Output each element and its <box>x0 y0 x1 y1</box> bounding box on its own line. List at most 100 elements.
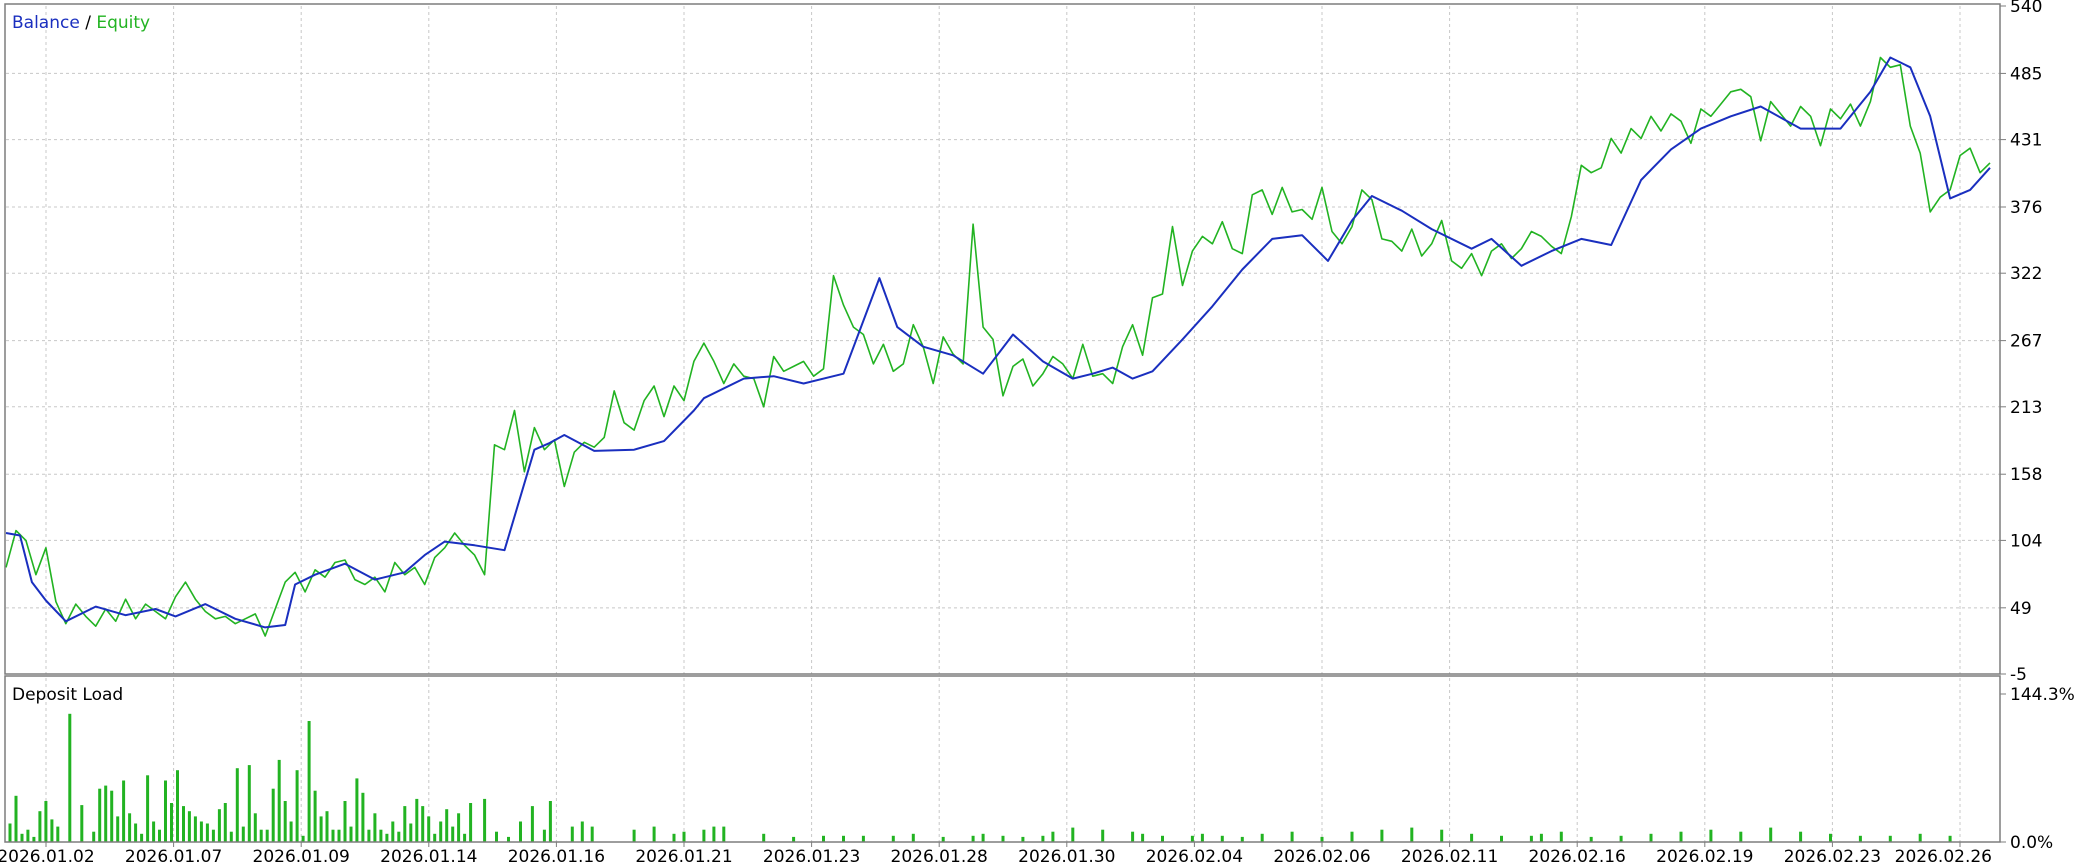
x-tick-label: 2026.01.14 <box>380 847 477 866</box>
deposit-load-bar <box>8 823 12 842</box>
deposit-load-bar <box>1021 836 1025 842</box>
deposit-load-bar <box>1001 835 1005 842</box>
deposit-load-bar <box>104 785 108 842</box>
deposit-load-bar <box>229 831 233 842</box>
x-tick-label: 2026.01.21 <box>635 847 732 866</box>
legend-equity: Equity <box>96 13 150 33</box>
y-tick-label: 104 <box>2010 531 2042 551</box>
y-tick-label: 376 <box>2010 198 2042 218</box>
deposit-load-bar <box>457 813 461 842</box>
deposit-load-bar <box>343 801 347 842</box>
deposit-load-bar <box>1320 836 1324 842</box>
deposit-load-bar <box>319 816 323 842</box>
deposit-load-bar <box>193 816 197 842</box>
deposit-load-bar <box>32 836 36 842</box>
deposit-load-bar <box>1440 829 1444 842</box>
deposit-load-bar <box>1470 833 1474 842</box>
deposit-load-bar <box>301 835 305 842</box>
deposit-load-bar <box>548 801 552 842</box>
x-tick-label: 2026.01.30 <box>1018 847 1115 866</box>
deposit-load-bar <box>397 831 401 842</box>
y-tick-label: 49 <box>2010 599 2032 619</box>
deposit-load-bar <box>128 813 132 842</box>
deposit-load-bar <box>325 811 329 842</box>
deposit-load-bar <box>259 829 263 842</box>
deposit-load-bar <box>1709 829 1713 842</box>
deposit-load-bar <box>1240 836 1244 842</box>
deposit-load-bar <box>495 831 498 842</box>
deposit-load-bar <box>1589 836 1593 842</box>
series-equity-line <box>5 56 1991 637</box>
deposit-load-bar <box>92 831 96 842</box>
deposit-load-bar <box>217 809 221 842</box>
x-tick-label: 2026.01.02 <box>0 847 95 866</box>
deposit-load-y-axis: 144.3% 0.0% <box>2000 685 2075 853</box>
deposit-load-bar <box>722 826 726 842</box>
deposit-load-bar <box>44 801 48 842</box>
deposit-load-title: Deposit Load <box>12 685 123 705</box>
deposit-load-bar <box>331 829 335 842</box>
deposit-load-bar <box>682 831 686 842</box>
main-chart-y-axis: 540 485 431 376 322 267 213 158 104 49 -5 <box>2000 0 2042 685</box>
deposit-load-bar <box>652 826 656 842</box>
deposit-load-bar <box>580 821 584 842</box>
y-tick-label: 213 <box>2010 398 2042 418</box>
deposit-load-bar <box>307 721 311 842</box>
deposit-load-bar <box>1190 835 1194 842</box>
deposit-load-bar <box>1500 835 1503 842</box>
deposit-load-bar <box>427 816 431 842</box>
deposit-load-bar <box>1799 831 1803 842</box>
deposit-load-bar <box>1071 827 1075 842</box>
deposit-load-bar <box>1619 835 1623 842</box>
deposit-y-tick-label: 0.0% <box>2010 833 2053 853</box>
deposit-load-bar <box>1131 831 1135 842</box>
deposit-load-bar <box>1649 833 1653 842</box>
deposit-load-bar <box>241 826 245 842</box>
x-tick-label: 2026.02.23 <box>1784 847 1881 866</box>
deposit-load-bar <box>1380 829 1384 842</box>
deposit-load-bar <box>1829 833 1832 842</box>
deposit-load-bar <box>1679 831 1683 842</box>
deposit-load-bar <box>519 821 522 842</box>
deposit-load-bar <box>98 788 102 842</box>
x-tick-label: 2026.02.06 <box>1273 847 1370 866</box>
deposit-load-bar <box>469 803 473 842</box>
deposit-load-bar <box>507 836 510 842</box>
deposit-load-bar <box>295 770 299 842</box>
deposit-load-bar <box>158 829 161 842</box>
x-tick-label: 2026.01.23 <box>763 847 860 866</box>
deposit-load-bar <box>1101 829 1105 842</box>
deposit-load-bar <box>1539 833 1543 842</box>
deposit-load-bar <box>971 835 975 842</box>
deposit-load-bar <box>170 803 173 842</box>
deposit-load-bar <box>1769 827 1773 842</box>
deposit-load-bar <box>911 833 915 842</box>
deposit-load-bar <box>277 759 281 842</box>
deposit-load-bar <box>1290 831 1294 842</box>
deposit-load-bar <box>409 823 413 842</box>
x-tick-label: 2026.02.16 <box>1529 847 1626 866</box>
deposit-load-bar <box>702 829 706 842</box>
deposit-load-grid <box>45 678 1961 842</box>
deposit-load-bars <box>8 713 1952 842</box>
deposit-load-bar <box>632 829 636 842</box>
deposit-load-bar <box>116 816 120 842</box>
deposit-load-bar <box>134 823 138 842</box>
x-tick-label: 2026.02.19 <box>1656 847 1753 866</box>
x-tick-label: 2026.02.11 <box>1401 847 1498 866</box>
deposit-load-bar <box>56 826 60 842</box>
x-tick-label: 2026.02.04 <box>1146 847 1243 866</box>
y-tick-label: -5 <box>2010 665 2027 685</box>
deposit-load-bar <box>1858 835 1862 842</box>
deposit-load-bar <box>403 806 407 842</box>
deposit-load-bar <box>981 833 985 842</box>
x-axis: 2026.01.02 2026.01.07 2026.01.09 2026.01.14… <box>0 842 1992 866</box>
deposit-load-bar <box>1888 835 1892 842</box>
deposit-load-bar <box>463 833 467 842</box>
deposit-load-bar <box>80 805 84 842</box>
deposit-load-bar <box>253 813 257 842</box>
deposit-load-bar <box>542 829 546 842</box>
deposit-load-bar <box>530 806 534 842</box>
deposit-load-bar <box>205 823 209 842</box>
deposit-load-bar <box>1948 835 1952 842</box>
